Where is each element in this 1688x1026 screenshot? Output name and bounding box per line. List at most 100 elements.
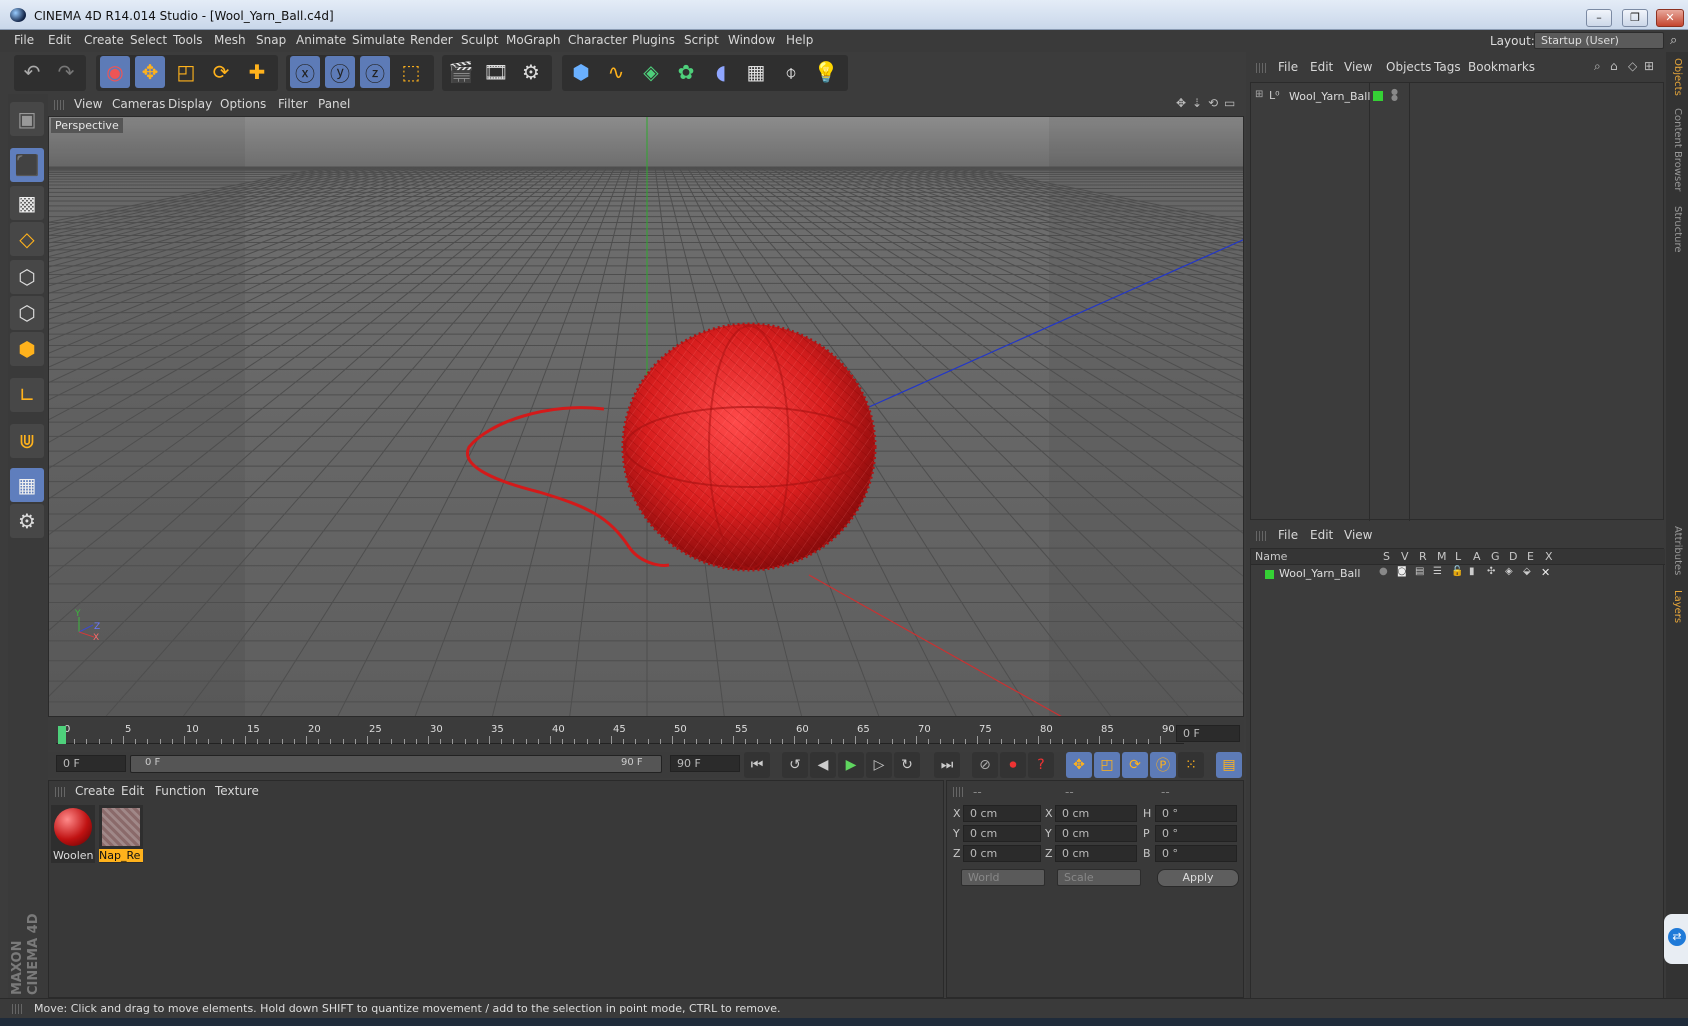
pan-icon[interactable]: ✥ xyxy=(1176,96,1186,110)
manager-toggle-icon[interactable]: ☰ xyxy=(1433,566,1442,577)
close-button[interactable]: ✕ xyxy=(1656,9,1684,27)
perspective-viewport[interactable]: Perspective Y Z X xyxy=(48,116,1244,717)
frame-range-slider[interactable]: 0 F 90 F xyxy=(130,755,662,773)
up-icon[interactable]: ◇ xyxy=(1628,59,1637,73)
material-woolen[interactable]: Woolen xyxy=(51,805,95,863)
col-name[interactable]: Name xyxy=(1255,550,1287,563)
render-view-icon[interactable]: 🎬 xyxy=(446,56,476,88)
points-mode-icon[interactable]: ⬡ xyxy=(10,260,44,294)
locked-workplane-icon[interactable]: ⚙ xyxy=(10,504,44,538)
search-icon[interactable]: ⌕ xyxy=(1670,33,1677,48)
menu-select[interactable]: Select xyxy=(130,33,167,47)
obj-menu-file[interactable]: File xyxy=(1278,60,1298,74)
menu-create[interactable]: Create xyxy=(84,33,124,47)
vp-menu-cameras[interactable]: Cameras xyxy=(112,97,165,111)
position-y-field[interactable]: 0 cm xyxy=(963,825,1041,842)
apply-button[interactable]: Apply xyxy=(1157,869,1239,887)
keyframe-selection-icon[interactable]: ? xyxy=(1028,752,1054,778)
coordinate-system-icon[interactable]: ⬚ xyxy=(396,56,426,88)
render-toggle-icon[interactable]: ▤ xyxy=(1415,566,1424,577)
current-frame-field[interactable]: 0 F xyxy=(1176,725,1240,742)
world-dropdown[interactable]: World xyxy=(961,869,1045,886)
expression-toggle-icon[interactable]: ⬙ xyxy=(1523,566,1531,577)
material-nap[interactable]: Nap_Re xyxy=(99,805,143,863)
x-axis-lock-icon[interactable]: ⓧ xyxy=(290,56,320,88)
rotation-b-field[interactable]: 0 ° xyxy=(1155,845,1237,862)
col-manager[interactable]: M xyxy=(1437,550,1447,563)
go-to-start-icon[interactable]: ⏮ xyxy=(744,752,770,778)
autokey-icon[interactable]: ⏺ xyxy=(1000,752,1026,778)
menu-render[interactable]: Render xyxy=(410,33,453,47)
array-icon[interactable]: ✿ xyxy=(671,56,701,88)
camera-icon[interactable]: ⌽ xyxy=(776,56,806,88)
rotate-icon[interactable]: ⟳ xyxy=(206,56,236,88)
minimize-button[interactable]: – xyxy=(1586,9,1612,27)
tab-content-browser[interactable]: Content Browser xyxy=(1672,108,1683,191)
previous-frame-icon[interactable]: ◀ xyxy=(810,752,836,778)
light-icon[interactable]: 💡 xyxy=(811,56,841,88)
generator-toggle-icon[interactable]: ✣ xyxy=(1487,566,1495,577)
search-icon[interactable]: ⌕ xyxy=(1594,59,1601,74)
xref-toggle-icon[interactable]: ✕ xyxy=(1541,566,1550,579)
mat-menu-create[interactable]: Create xyxy=(75,784,115,798)
redo-icon[interactable]: ↷ xyxy=(51,56,81,88)
col-render[interactable]: R xyxy=(1419,550,1427,563)
snap-icon[interactable]: ⋓ xyxy=(10,424,44,458)
y-axis-lock-icon[interactable]: ⓨ xyxy=(325,56,355,88)
panel-grip[interactable] xyxy=(1256,63,1266,73)
col-locked[interactable]: L xyxy=(1455,550,1461,563)
teamviewer-tab[interactable]: ⇄ xyxy=(1664,914,1688,964)
layout-dropdown[interactable]: Startup (User) xyxy=(1534,32,1664,49)
home-icon[interactable]: ⌂ xyxy=(1610,59,1618,73)
menu-simulate[interactable]: Simulate xyxy=(352,33,405,47)
move-icon[interactable]: ✥ xyxy=(135,56,165,88)
col-view[interactable]: V xyxy=(1401,550,1409,563)
tab-attributes[interactable]: Attributes xyxy=(1672,526,1683,575)
panel-grip[interactable] xyxy=(1256,531,1266,541)
timeline-ruler[interactable]: 0 5 10 15 20 25 30 35 40 45 50 55 60 65 70 75 80 85 90 0 F xyxy=(48,720,1244,750)
key-pla-icon[interactable]: ⁙ xyxy=(1178,752,1204,778)
vp-menu-filter[interactable]: Filter xyxy=(278,97,308,111)
scale-icon[interactable]: ◰ xyxy=(171,56,201,88)
vp-menu-view[interactable]: View xyxy=(74,97,102,111)
panel-grip[interactable] xyxy=(12,1004,22,1014)
col-solo[interactable]: S xyxy=(1383,550,1390,563)
polygons-mode-icon[interactable]: ⬢ xyxy=(10,332,44,366)
vp-menu-options[interactable]: Options xyxy=(220,97,266,111)
view-toggle-icon[interactable]: ◙ xyxy=(1397,566,1407,577)
size-z-field[interactable]: 0 cm xyxy=(1055,845,1137,862)
menu-script[interactable]: Script xyxy=(684,33,719,47)
spline-icon[interactable]: ∿ xyxy=(601,56,631,88)
texture-mode-icon[interactable]: ▩ xyxy=(10,186,44,220)
menu-animate[interactable]: Animate xyxy=(296,33,346,47)
lock-toggle-icon[interactable]: 🔓 xyxy=(1451,566,1463,577)
object-name[interactable]: Wool_Yarn_Ball xyxy=(1289,90,1370,103)
deformer-toggle-icon[interactable]: ◈ xyxy=(1505,566,1513,577)
panel-grip[interactable] xyxy=(953,787,963,797)
menu-window[interactable]: Window xyxy=(728,33,775,47)
go-to-end-icon[interactable]: ⏭ xyxy=(934,752,960,778)
record-disabled-icon[interactable]: ⊘ xyxy=(972,752,998,778)
position-x-field[interactable]: 0 cm xyxy=(963,805,1041,822)
make-editable-icon[interactable]: ▣ xyxy=(10,102,44,136)
key-position-icon[interactable]: ✥ xyxy=(1066,752,1092,778)
tab-structure[interactable]: Structure xyxy=(1672,206,1683,253)
previous-key-icon[interactable]: ↺ xyxy=(782,752,808,778)
model-mode-icon[interactable]: ⬛ xyxy=(10,148,44,182)
vp-menu-panel[interactable]: Panel xyxy=(318,97,350,111)
object-row[interactable]: ⊞ L⁰ Wool_Yarn_Ball xyxy=(1255,89,1370,105)
add-object-icon[interactable]: ✚ xyxy=(242,56,272,88)
layer-menu-edit[interactable]: Edit xyxy=(1310,528,1333,542)
menu-plugins[interactable]: Plugins xyxy=(632,33,675,47)
obj-menu-bookmarks[interactable]: Bookmarks xyxy=(1468,60,1535,74)
axis-mode-icon[interactable]: ∟ xyxy=(10,378,44,412)
tab-objects[interactable]: Objects xyxy=(1672,58,1683,96)
layer-color-swatch[interactable] xyxy=(1373,91,1383,101)
tab-layers[interactable]: Layers xyxy=(1672,590,1683,623)
obj-menu-edit[interactable]: Edit xyxy=(1310,60,1333,74)
z-axis-lock-icon[interactable]: ⓩ xyxy=(360,56,390,88)
layer-name[interactable]: Wool_Yarn_Ball xyxy=(1279,567,1360,580)
size-x-field[interactable]: 0 cm xyxy=(1055,805,1137,822)
menu-character[interactable]: Character xyxy=(568,33,627,47)
menu-mesh[interactable]: Mesh xyxy=(214,33,246,47)
